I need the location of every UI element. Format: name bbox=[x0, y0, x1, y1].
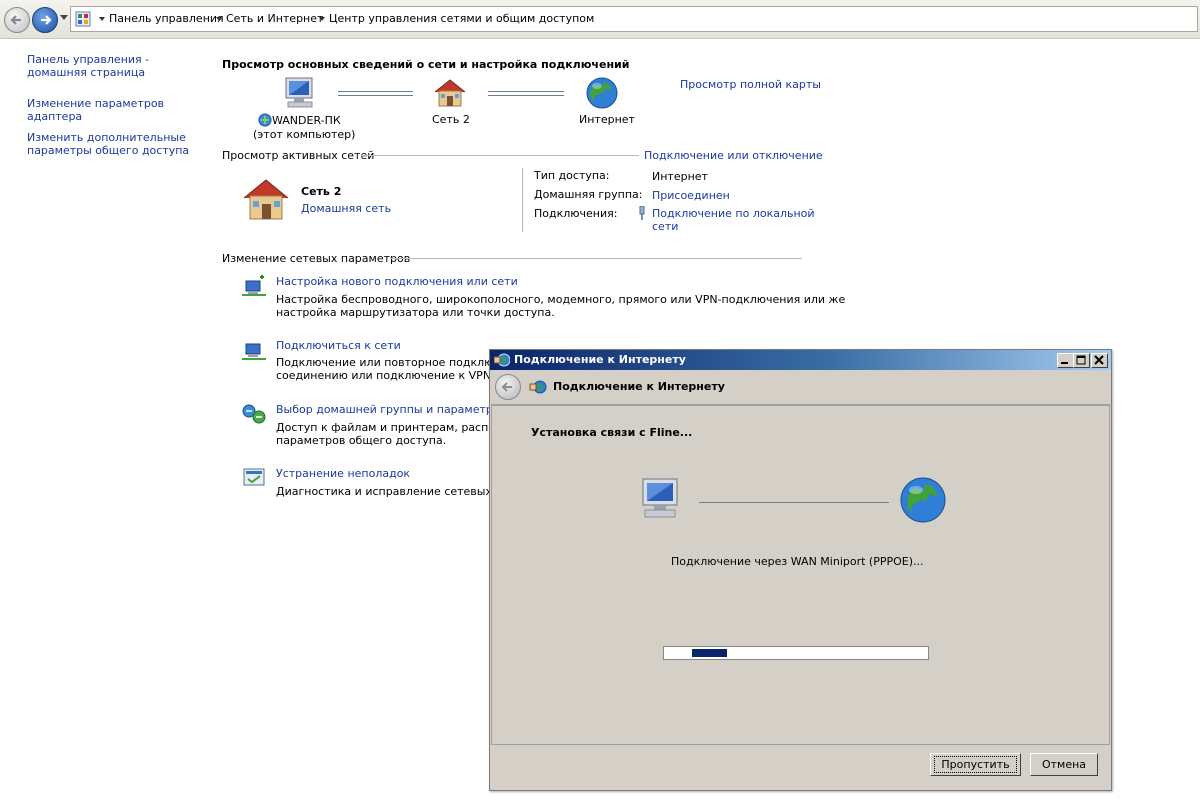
change-settings-header: Изменение сетевых параметров bbox=[222, 252, 411, 265]
connections-label: Подключения: bbox=[534, 207, 618, 220]
dialog-body: Установка связи с Fline... Подключение ч… bbox=[491, 405, 1110, 745]
map-link-line bbox=[488, 91, 564, 96]
connect-disconnect-link[interactable]: Подключение или отключение bbox=[644, 149, 823, 162]
task-new-connection-desc: Настройка беспроводного, широкополосного… bbox=[276, 293, 846, 306]
arrow-left-icon bbox=[10, 15, 21, 25]
progress-bar bbox=[663, 646, 929, 660]
network-status-icon bbox=[258, 113, 272, 127]
section-divider bbox=[390, 258, 802, 259]
map-network-name: Сеть 2 bbox=[432, 113, 470, 126]
computer-name: WANDER-ПК bbox=[272, 114, 341, 127]
minimize-icon bbox=[1061, 362, 1068, 364]
arrow-right-icon bbox=[41, 15, 52, 25]
skip-button[interactable]: Пропустить bbox=[930, 753, 1021, 776]
access-type-value: Интернет bbox=[652, 170, 708, 183]
close-icon bbox=[1094, 355, 1104, 365]
computer-icon bbox=[285, 77, 313, 108]
homegroup-icon bbox=[242, 404, 266, 424]
task-connect-desc2: соединению или подключение к VPN. bbox=[276, 369, 495, 382]
task-new-connection-desc2: настройка маршрутизатора или точки досту… bbox=[276, 306, 555, 319]
task-troubleshoot-desc: Диагностика и исправление сетевых проб bbox=[276, 485, 524, 498]
computer-sub: (этот компьютер) bbox=[253, 128, 356, 141]
ethernet-plug-icon bbox=[639, 206, 645, 220]
section-divider bbox=[361, 155, 639, 156]
skip-button-label: Пропустить bbox=[934, 756, 1017, 773]
new-connection-icon bbox=[242, 275, 266, 296]
computer-icon bbox=[642, 478, 678, 518]
progress-fill bbox=[692, 649, 727, 657]
task-homegroup-link[interactable]: Выбор домашней группы и параметров об bbox=[276, 403, 523, 416]
vertical-divider bbox=[522, 168, 523, 232]
full-map-link[interactable]: Просмотр полной карты bbox=[680, 78, 821, 91]
local-connection-link[interactable]: Подключение по локальной bbox=[652, 207, 815, 220]
minimize-button[interactable] bbox=[1057, 353, 1074, 368]
address-box[interactable]: Панель управления Сеть и Интернет Центр … bbox=[70, 6, 1198, 32]
connect-network-icon bbox=[242, 343, 266, 360]
forward-button[interactable] bbox=[32, 7, 58, 33]
breadcrumb-network-internet[interactable]: Сеть и Интернет bbox=[226, 12, 323, 25]
globe-icon bbox=[900, 477, 946, 523]
close-button[interactable] bbox=[1091, 353, 1108, 368]
homegroup-label: Домашняя группа: bbox=[534, 188, 643, 201]
homegroup-value-link[interactable]: Присоединен bbox=[652, 189, 730, 202]
dialog-back-button[interactable] bbox=[495, 374, 521, 400]
sidebar-item-adapter-settings[interactable]: Изменение параметров адаптера bbox=[27, 97, 202, 123]
breadcrumb-chevron-icon[interactable] bbox=[99, 17, 105, 21]
local-connection-link-line2[interactable]: сети bbox=[652, 220, 678, 233]
dialog-title: Подключение к Интернету bbox=[514, 353, 686, 366]
breadcrumb-chevron-icon[interactable] bbox=[216, 17, 222, 21]
breadcrumb-control-panel[interactable]: Панель управления bbox=[109, 12, 224, 25]
connection-icon bbox=[494, 353, 510, 367]
dialog-title-bar[interactable]: Подключение к Интернету bbox=[490, 350, 1111, 370]
house-icon bbox=[243, 179, 289, 220]
sidebar-item-sharing-settings[interactable]: Изменить дополнительные параметры общего… bbox=[27, 131, 202, 157]
task-homegroup-desc: Доступ к файлам и принтерам, располож bbox=[276, 421, 519, 434]
active-network-name: Сеть 2 bbox=[301, 185, 342, 198]
task-troubleshoot-link[interactable]: Устранение неполадок bbox=[276, 467, 410, 480]
arrow-left-icon bbox=[501, 382, 512, 392]
connection-line bbox=[699, 502, 889, 503]
cancel-button[interactable]: Отмена bbox=[1030, 753, 1098, 776]
task-connect-link[interactable]: Подключиться к сети bbox=[276, 339, 401, 352]
task-new-connection-link[interactable]: Настройка нового подключения или сети bbox=[276, 275, 518, 288]
connection-icon bbox=[529, 380, 547, 394]
globe-icon bbox=[586, 77, 618, 109]
breadcrumb-network-center[interactable]: Центр управления сетями и общим доступом bbox=[329, 12, 594, 25]
troubleshoot-icon bbox=[243, 468, 265, 486]
internet-connection-dialog: Подключение к Интернету Подключение к Ин… bbox=[489, 349, 1112, 791]
map-link-line bbox=[338, 91, 413, 96]
house-icon bbox=[434, 79, 466, 107]
active-networks-header: Просмотр активных сетей bbox=[222, 149, 375, 162]
maximize-button[interactable] bbox=[1073, 353, 1090, 368]
maximize-icon bbox=[1076, 355, 1086, 365]
history-dropdown-icon[interactable] bbox=[60, 15, 68, 20]
breadcrumb-chevron-icon[interactable] bbox=[319, 17, 325, 21]
task-homegroup-desc2: параметров общего доступа. bbox=[276, 434, 447, 447]
status-title: Установка связи с Fline... bbox=[531, 426, 693, 439]
access-type-label: Тип доступа: bbox=[534, 169, 610, 182]
active-network-type-link[interactable]: Домашняя сеть bbox=[301, 202, 391, 215]
page-title: Просмотр основных сведений о сети и наст… bbox=[222, 58, 630, 71]
status-detail: Подключение через WAN Miniport (PPPOE)..… bbox=[671, 555, 924, 568]
control-panel-icon bbox=[75, 11, 91, 27]
back-button[interactable] bbox=[4, 7, 30, 33]
sidebar-item-home[interactable]: Панель управления - домашняя страница bbox=[27, 53, 202, 79]
dialog-header-title: Подключение к Интернету bbox=[553, 380, 725, 393]
map-internet-label: Интернет bbox=[579, 113, 635, 126]
address-bar: Панель управления Сеть и Интернет Центр … bbox=[0, 0, 1200, 39]
dialog-header: Подключение к Интернету bbox=[491, 370, 1110, 405]
